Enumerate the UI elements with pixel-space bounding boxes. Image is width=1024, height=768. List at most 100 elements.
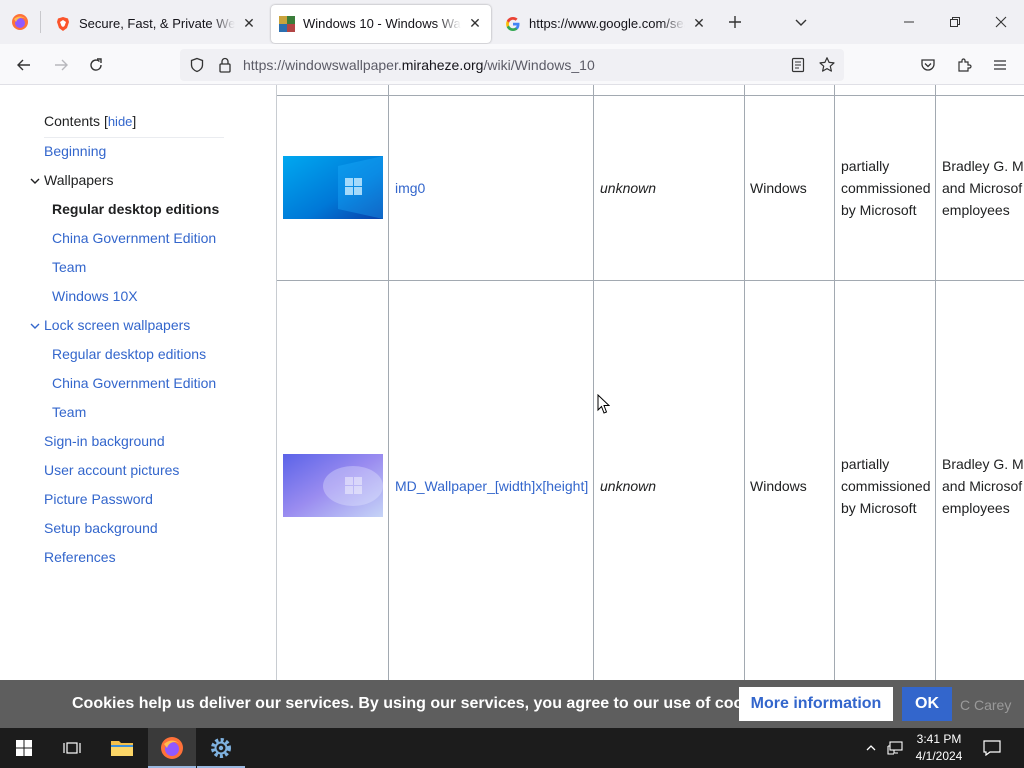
filename-link[interactable]: img0 <box>395 177 425 199</box>
toc-item-lock-team[interactable]: Team <box>52 404 86 420</box>
start-button[interactable] <box>0 728 48 768</box>
menu-button[interactable] <box>985 50 1015 80</box>
task-view-icon <box>63 742 81 754</box>
toc-item-sign-in-background[interactable]: Sign-in background <box>44 433 165 449</box>
shield-icon[interactable] <box>189 57 205 73</box>
network-button[interactable] <box>884 728 906 768</box>
lock-icon[interactable] <box>218 57 232 73</box>
minimize-icon <box>904 21 914 23</box>
google-icon <box>506 16 520 31</box>
file-explorer-button[interactable] <box>98 728 146 768</box>
tab-google[interactable]: https://www.google.com/search ✕ <box>497 5 715 43</box>
commission-cell: partially commissioned by Microsoft <box>841 453 930 519</box>
toc-item-team[interactable]: Team <box>52 259 86 275</box>
restore-button[interactable] <box>932 0 978 44</box>
network-icon <box>887 741 903 755</box>
url-path: /wiki/Windows_10 <box>483 57 595 73</box>
tab-title: Windows 10 - Windows Wallpaper Wiki <box>303 16 461 31</box>
tab-windows-10[interactable]: Windows 10 - Windows Wallpaper Wiki ✕ <box>271 4 491 43</box>
arrow-left-icon <box>17 59 30 71</box>
authors-line: Bradley G. M <box>942 456 1024 472</box>
table-of-contents: Contents [hide] Beginning Wallpapers Reg… <box>0 85 277 680</box>
toc-item-wallpapers[interactable]: Wallpapers <box>44 172 114 188</box>
close-icon <box>995 16 1007 28</box>
authors-cell: Bradley G. M and Microsof employees <box>942 453 1024 519</box>
arrow-right-icon <box>55 59 68 71</box>
tab-brave[interactable]: Secure, Fast, & Private Web Browser ✕ <box>47 5 265 43</box>
toc-item-lock-regular-desktop-editions[interactable]: Regular desktop editions <box>52 346 206 362</box>
task-view-button[interactable] <box>48 728 96 768</box>
toc-item-china-government-edition[interactable]: China Government Edition <box>52 230 216 246</box>
cookie-ok-button[interactable]: OK <box>902 687 952 721</box>
commission-line: partially <box>841 158 890 174</box>
chevron-down-icon <box>795 19 807 26</box>
chevron-down-icon[interactable] <box>29 175 41 187</box>
commission-line: commissioned <box>841 180 931 196</box>
column-divider <box>744 85 745 680</box>
toc-item-references[interactable]: References <box>44 549 116 565</box>
bookmark-star-icon[interactable] <box>818 56 836 74</box>
brave-icon <box>57 16 69 31</box>
toc-hide-link[interactable]: hide <box>108 114 133 129</box>
mouse-cursor-icon <box>597 394 610 414</box>
minimize-button[interactable] <box>886 0 932 44</box>
toc-item-windows-10x[interactable]: Windows 10X <box>52 288 138 304</box>
more-information-button[interactable]: More information <box>739 687 893 721</box>
row-divider <box>277 280 1024 281</box>
url-domain: miraheze.org <box>401 57 484 73</box>
system-clock[interactable]: 3:41 PM 4/1/2024 <box>906 731 972 765</box>
gear-icon <box>211 738 231 758</box>
wallpaper-table: img0 unknown Windows partially commissio… <box>277 85 1024 680</box>
reader-view-icon[interactable] <box>791 57 805 73</box>
toc-item-beginning[interactable]: Beginning <box>44 143 106 159</box>
product-cell: Windows <box>750 478 807 494</box>
firefox-taskbar-button[interactable] <box>148 728 196 768</box>
toc-item-user-account-pictures[interactable]: User account pictures <box>44 462 179 478</box>
url-text[interactable]: https://windowswallpaper.miraheze.org/wi… <box>243 57 595 73</box>
show-hidden-icons-button[interactable] <box>860 728 882 768</box>
reload-icon <box>90 58 102 71</box>
toc-header: Contents [hide] <box>44 113 136 129</box>
date-cell: unknown <box>600 478 657 494</box>
forward-button[interactable] <box>46 50 76 80</box>
action-center-button[interactable] <box>978 728 1006 768</box>
list-all-tabs-button[interactable] <box>781 0 821 44</box>
obscured-text: C Carey <box>960 697 1012 713</box>
close-tab-icon[interactable]: ✕ <box>241 15 257 32</box>
url-bar[interactable]: https://windowswallpaper.miraheze.org/wi… <box>180 49 844 81</box>
settings-taskbar-button[interactable] <box>197 728 245 768</box>
extensions-button[interactable] <box>949 50 979 80</box>
navigation-toolbar: https://windowswallpaper.miraheze.org/wi… <box>0 44 1024 85</box>
toc-title: Contents <box>44 113 101 129</box>
new-tab-button[interactable] <box>715 0 755 44</box>
firefox-view-icon[interactable] <box>0 0 40 44</box>
url-prefix: https://windowswallpaper. <box>243 57 402 73</box>
toc-item-picture-password[interactable]: Picture Password <box>44 491 153 507</box>
chevron-up-icon <box>866 745 876 751</box>
close-tab-icon[interactable]: ✕ <box>691 15 707 32</box>
close-tab-icon[interactable]: ✕ <box>467 15 483 32</box>
back-button[interactable] <box>9 50 39 80</box>
hamburger-icon <box>994 60 1006 70</box>
cookie-message: Cookies help us deliver our services. By… <box>72 695 779 712</box>
reload-button[interactable] <box>81 50 111 80</box>
column-divider <box>935 85 936 680</box>
close-window-button[interactable] <box>978 0 1024 44</box>
toc-item-lock-screen-wallpapers[interactable]: Lock screen wallpapers <box>44 317 190 333</box>
tab-title: https://www.google.com/search <box>529 16 685 31</box>
filename-link[interactable]: MD_Wallpaper_[width]x[height] <box>395 475 588 497</box>
toc-hide-wrapper: [hide] <box>103 113 137 129</box>
pocket-button[interactable] <box>913 50 943 80</box>
restore-icon <box>950 17 960 27</box>
wiki-icon <box>279 15 295 32</box>
windows-logo-icon <box>16 740 32 756</box>
toc-item-regular-desktop-editions[interactable]: Regular desktop editions <box>52 201 219 217</box>
wallpaper-thumbnail-img0[interactable] <box>283 156 383 219</box>
commission-line: partially <box>841 456 890 472</box>
wallpaper-thumbnail-md[interactable] <box>283 454 383 517</box>
chevron-down-icon[interactable] <box>29 320 41 332</box>
commission-line: commissioned <box>841 478 931 494</box>
toc-item-setup-background[interactable]: Setup background <box>44 520 158 536</box>
toc-item-lock-china-government-edition[interactable]: China Government Edition <box>52 375 216 391</box>
clock-time: 3:41 PM <box>916 732 962 746</box>
